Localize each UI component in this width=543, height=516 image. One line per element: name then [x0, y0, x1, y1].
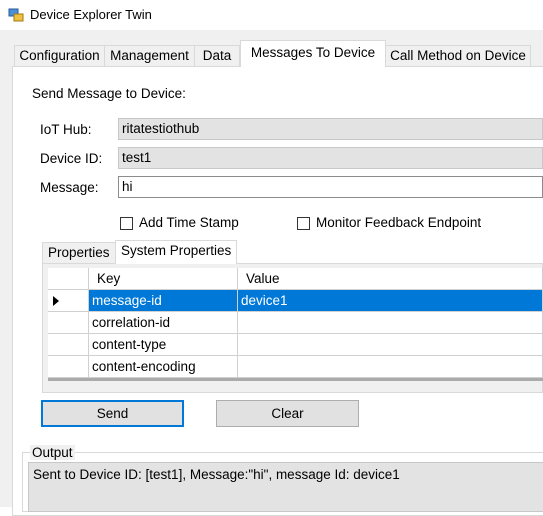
- clear-button[interactable]: Clear: [216, 400, 359, 427]
- tab-data[interactable]: Data: [194, 45, 240, 66]
- row-header[interactable]: [48, 312, 89, 334]
- grid-cell-key[interactable]: correlation-id: [89, 312, 238, 334]
- grid-header-key[interactable]: Key: [89, 268, 238, 290]
- output-textbox[interactable]: Sent to Device ID: [test1], Message:"hi"…: [28, 462, 543, 512]
- properties-grid[interactable]: Key Value message-id device1 correlation…: [48, 268, 543, 381]
- grid-cell-key[interactable]: content-type: [89, 334, 238, 356]
- tab-management[interactable]: Management: [104, 45, 195, 66]
- row-indicator-icon: [53, 296, 59, 306]
- monitor-feedback-checkbox[interactable]: [297, 217, 310, 230]
- tab-call-method[interactable]: Call Method on Device: [385, 45, 531, 66]
- grid-cell-value[interactable]: [238, 356, 543, 378]
- tab-system-properties[interactable]: System Properties: [115, 240, 238, 264]
- output-label: Output: [30, 445, 75, 460]
- grid-header-value[interactable]: Value: [238, 268, 543, 290]
- send-button[interactable]: Send: [41, 400, 184, 427]
- tab-properties[interactable]: Properties: [42, 242, 116, 264]
- section-title: Send Message to Device:: [32, 86, 186, 101]
- monitor-feedback-label[interactable]: Monitor Feedback Endpoint: [316, 215, 481, 230]
- grid-cell-value[interactable]: [238, 312, 543, 334]
- grid-corner: [48, 268, 89, 290]
- message-input[interactable]: hi: [118, 176, 543, 198]
- row-header[interactable]: [48, 356, 89, 378]
- app-icon: [8, 8, 24, 22]
- grid-cell-key[interactable]: message-id: [89, 290, 238, 312]
- grid-cell-value[interactable]: device1: [238, 290, 543, 312]
- grid-cell-value[interactable]: [238, 334, 543, 356]
- device-id-field[interactable]: test1: [118, 147, 543, 169]
- add-time-stamp-checkbox[interactable]: [120, 217, 133, 230]
- iot-hub-field[interactable]: ritatestiothub: [118, 118, 543, 140]
- tab-configuration[interactable]: Configuration: [14, 45, 105, 66]
- tab-messages-to-device[interactable]: Messages To Device: [240, 40, 386, 67]
- row-header[interactable]: [48, 334, 89, 356]
- row-header-current[interactable]: [48, 290, 89, 312]
- grid-cell-key[interactable]: content-encoding: [89, 356, 238, 378]
- device-id-label: Device ID:: [40, 151, 103, 166]
- window-title: Device Explorer Twin: [30, 7, 152, 22]
- add-time-stamp-label[interactable]: Add Time Stamp: [139, 215, 239, 230]
- message-label: Message:: [40, 180, 99, 195]
- iot-hub-label: IoT Hub:: [40, 122, 92, 137]
- title-bar: Device Explorer Twin: [0, 0, 543, 30]
